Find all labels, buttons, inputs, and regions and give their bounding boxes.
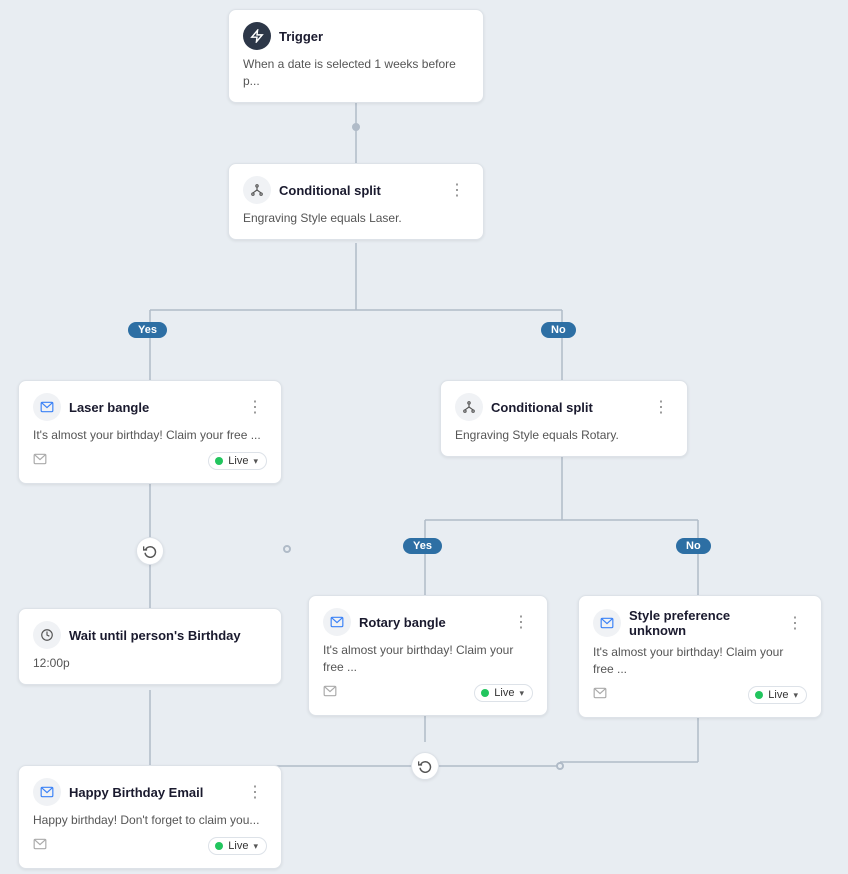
email-small-icon-style: [593, 686, 607, 705]
birthday-live-badge[interactable]: Live ▾: [208, 837, 267, 855]
happy-birthday-title: Happy Birthday Email: [69, 785, 203, 800]
laser-bangle-menu[interactable]: ⋮: [243, 395, 267, 419]
email-small-icon-birthday: [33, 837, 47, 856]
rotary-live-badge[interactable]: Live ▾: [474, 684, 533, 702]
laser-bangle-card: Laser bangle ⋮ It's almost your birthday…: [18, 380, 282, 484]
rotary-bangle-title: Rotary bangle: [359, 615, 446, 630]
clock-icon: [33, 621, 61, 649]
happy-birthday-subtitle: Happy birthday! Don't forget to claim yo…: [33, 812, 267, 829]
wait-card: Wait until person's Birthday 12:00p: [18, 608, 282, 685]
chevron-down-icon-birthday: ▾: [253, 841, 258, 852]
trigger-title: Trigger: [279, 29, 323, 44]
wait-title: Wait until person's Birthday: [69, 628, 241, 643]
cs1-title: Conditional split: [279, 183, 381, 198]
email-icon-style: [593, 609, 621, 637]
laser-live-badge[interactable]: Live ▾: [208, 452, 267, 470]
laser-bangle-subtitle: It's almost your birthday! Claim your fr…: [33, 427, 267, 444]
lightning-icon: [243, 22, 271, 50]
happy-birthday-menu[interactable]: ⋮: [243, 780, 267, 804]
chevron-down-icon: ▾: [253, 456, 258, 467]
email-icon-rotary: [323, 608, 351, 636]
chevron-down-icon-rotary: ▾: [519, 688, 524, 699]
trigger-subtitle: When a date is selected 1 weeks before p…: [243, 56, 469, 90]
email-icon-laser: [33, 393, 61, 421]
cs1-menu[interactable]: ⋮: [445, 178, 469, 202]
wait-time: 12:00p: [33, 655, 267, 672]
live-dot-laser: [215, 457, 223, 465]
split-icon-1: [243, 176, 271, 204]
chevron-down-icon-style: ▾: [793, 690, 798, 701]
cs1-subtitle: Engraving Style equals Laser.: [243, 210, 469, 227]
email-icon-birthday: [33, 778, 61, 806]
rotary-bangle-menu[interactable]: ⋮: [509, 610, 533, 634]
split-icon-2: [455, 393, 483, 421]
refresh-icon-merge[interactable]: [411, 752, 439, 780]
style-live-badge[interactable]: Live ▾: [748, 686, 807, 704]
no-label-right: No: [541, 322, 576, 338]
yes-label-rotary: Yes: [403, 538, 442, 554]
style-unknown-subtitle: It's almost your birthday! Claim your fr…: [593, 644, 807, 678]
happy-birthday-card: Happy Birthday Email ⋮ Happy birthday! D…: [18, 765, 282, 869]
live-dot-birthday: [215, 842, 223, 850]
style-unknown-card: Style preference unknown ⋮ It's almost y…: [578, 595, 822, 718]
no-label-style: No: [676, 538, 711, 554]
rotary-bangle-card: Rotary bangle ⋮ It's almost your birthda…: [308, 595, 548, 716]
conditional-split-1-card: Conditional split ⋮ Engraving Style equa…: [228, 163, 484, 240]
style-unknown-menu[interactable]: ⋮: [783, 611, 807, 635]
cs2-title: Conditional split: [491, 400, 593, 415]
rotary-bangle-subtitle: It's almost your birthday! Claim your fr…: [323, 642, 533, 676]
laser-bangle-title: Laser bangle: [69, 400, 149, 415]
live-dot-rotary: [481, 689, 489, 697]
yes-label-left: Yes: [128, 322, 167, 338]
email-small-icon: [33, 452, 47, 471]
conditional-split-2-card: Conditional split ⋮ Engraving Style equa…: [440, 380, 688, 457]
email-small-icon-rotary: [323, 684, 337, 703]
cs2-menu[interactable]: ⋮: [649, 395, 673, 419]
refresh-icon-laser[interactable]: [136, 537, 164, 565]
live-dot-style: [755, 691, 763, 699]
style-unknown-title: Style preference unknown: [629, 608, 783, 638]
cs2-subtitle: Engraving Style equals Rotary.: [455, 427, 673, 444]
trigger-card: Trigger When a date is selected 1 weeks …: [228, 9, 484, 103]
